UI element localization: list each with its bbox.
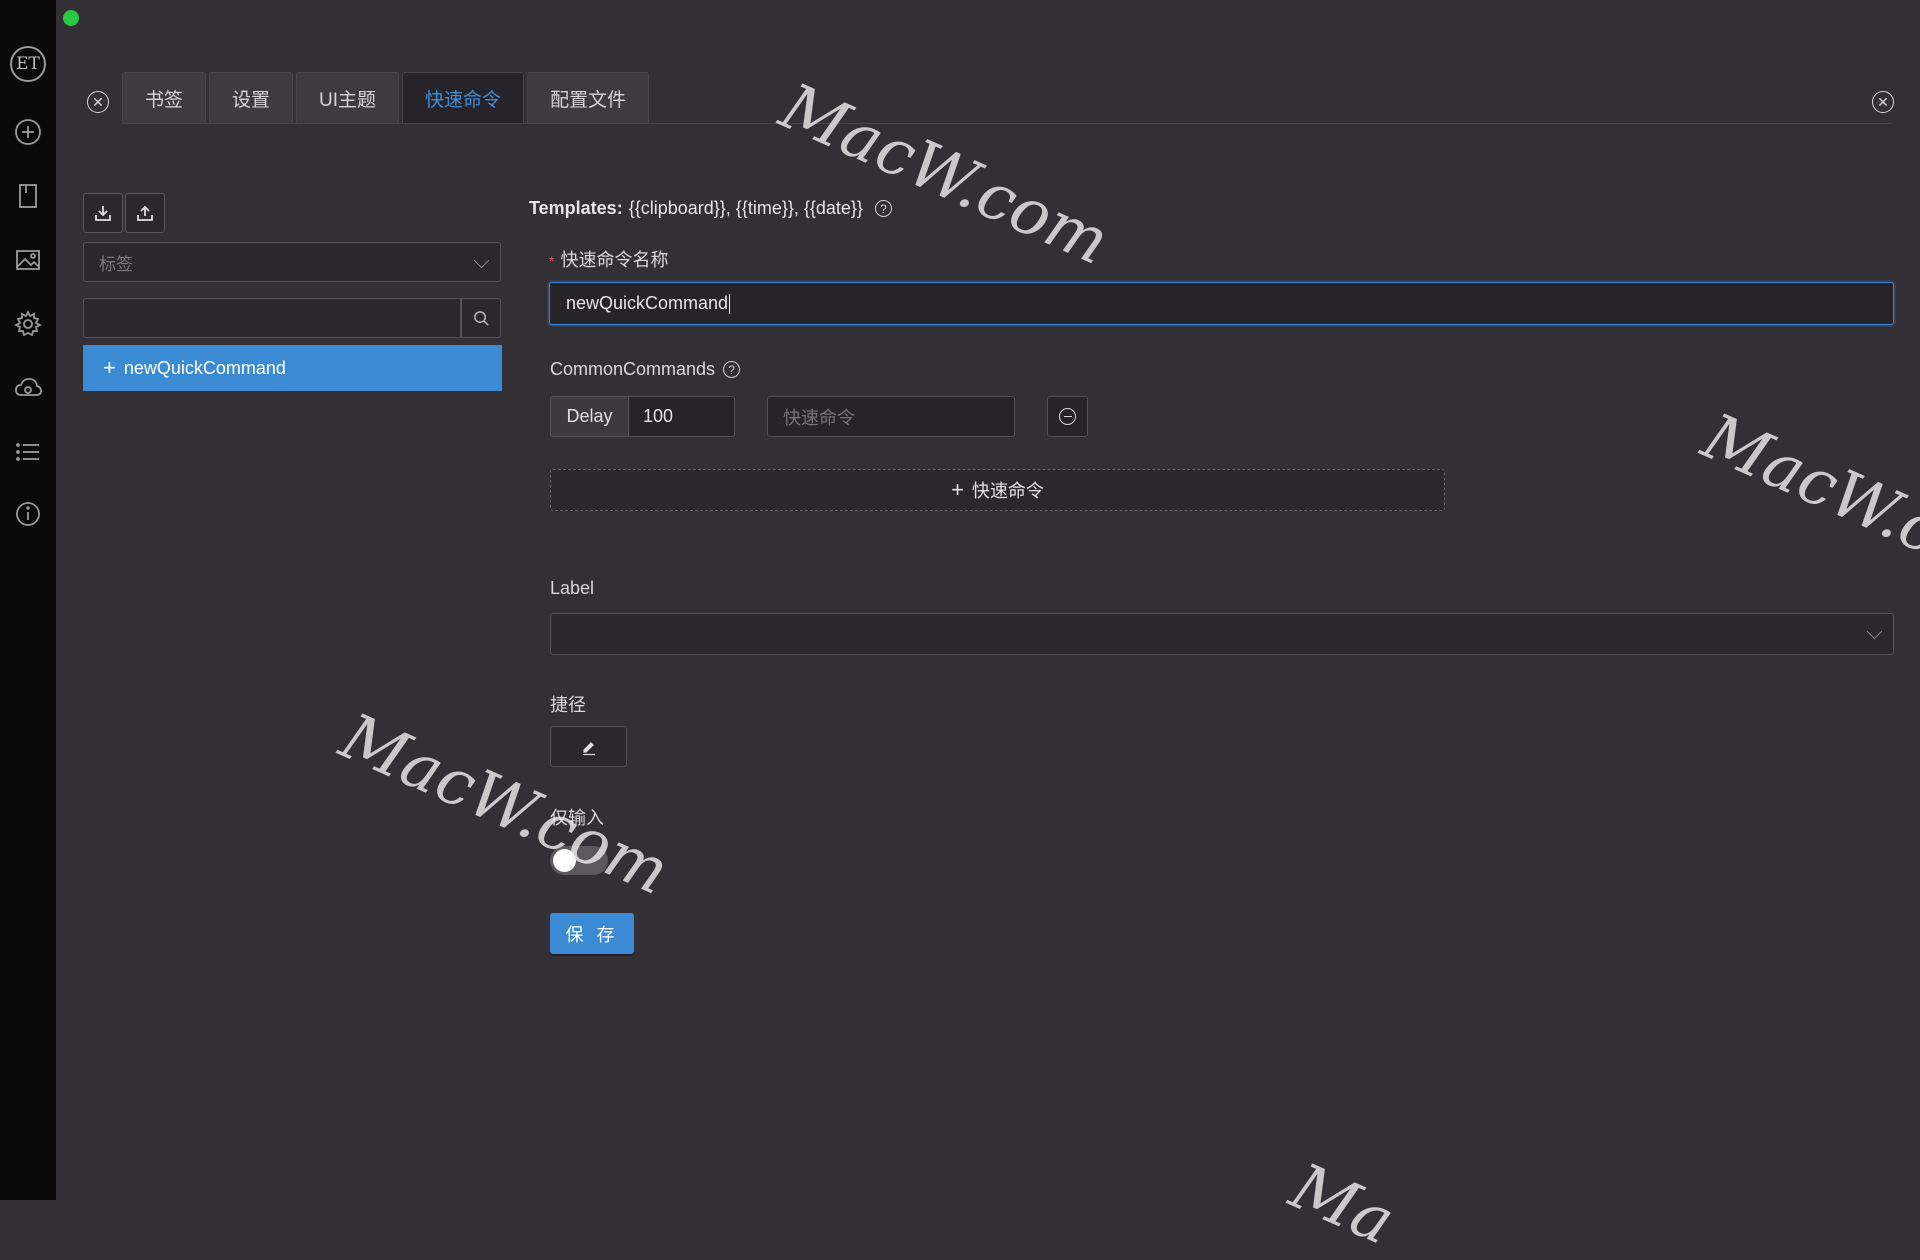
info-icon[interactable] (12, 498, 44, 530)
watermark: MacW.com (769, 70, 1120, 280)
watermark: Ma (1279, 1150, 1405, 1260)
bookmark-icon[interactable] (12, 180, 44, 212)
gear-icon[interactable] (12, 308, 44, 340)
common-commands-label: CommonCommands ? (550, 359, 741, 380)
plus-icon: + (103, 355, 116, 380)
label-field-label: Label (550, 578, 595, 598)
tab-bookmarks[interactable]: 书签 (122, 72, 207, 123)
watermark: MacW.com (1691, 400, 1920, 610)
command-input[interactable]: 快速命令 (767, 396, 1015, 437)
label-select[interactable] (550, 613, 1894, 655)
delay-addon: Delay (550, 396, 629, 437)
close-window-icon[interactable]: ✕ (1872, 91, 1894, 113)
maximize-window-button[interactable] (63, 10, 79, 26)
search-icon (473, 310, 489, 326)
required-marker: * (549, 253, 555, 269)
cloud-icon[interactable] (12, 372, 44, 404)
image-icon[interactable] (12, 244, 44, 276)
tab-bar: 书签 设置 UI主题 快速命令 配置文件 (122, 72, 652, 123)
app-logo[interactable]: ET (10, 46, 46, 82)
name-input[interactable]: newQuickCommand (549, 282, 1894, 325)
text-caret (729, 293, 731, 314)
tag-select[interactable]: 标签 (83, 242, 501, 282)
search-button[interactable] (461, 298, 501, 338)
plus-icon: + (951, 477, 964, 502)
close-panel-icon[interactable]: ✕ (87, 91, 109, 113)
list-item[interactable]: + newQuickCommand (83, 345, 502, 391)
tab-profiles[interactable]: 配置文件 (527, 72, 650, 123)
help-icon[interactable]: ? (874, 200, 892, 217)
help-icon[interactable]: ? (723, 361, 741, 378)
templates-hint: Templates: {{clipboard}}, {{time}}, {{da… (529, 198, 892, 219)
tab-settings[interactable]: 设置 (209, 72, 294, 123)
list-icon[interactable] (12, 436, 44, 468)
shortcut-label: 捷径 (550, 695, 586, 715)
input-only-toggle[interactable] (550, 846, 608, 875)
save-button[interactable]: 保 存 (550, 913, 634, 954)
add-command-button[interactable]: + 快速命令 (550, 469, 1445, 511)
tab-ui-theme[interactable]: UI主题 (296, 72, 400, 123)
import-button[interactable] (83, 193, 123, 233)
new-tab-icon[interactable] (12, 116, 44, 148)
chevron-down-icon (1866, 623, 1883, 640)
chevron-down-icon (473, 252, 490, 269)
toggle-knob (553, 849, 576, 872)
minus-circle-icon (1059, 408, 1076, 425)
search-input[interactable] (83, 298, 461, 338)
edit-shortcut-button[interactable] (550, 726, 627, 767)
tab-divider (122, 123, 1892, 124)
edit-icon (582, 741, 595, 755)
input-only-label: 仅输入 (550, 808, 604, 828)
upload-icon (137, 205, 153, 221)
sidebar: ET (0, 0, 56, 1200)
tab-quick-commands[interactable]: 快速命令 (402, 72, 525, 123)
export-button[interactable] (125, 193, 165, 233)
delay-input[interactable]: 100 (628, 396, 735, 437)
name-label: * 快速命令名称 (549, 250, 669, 270)
remove-command-button[interactable] (1047, 396, 1088, 437)
download-icon (95, 206, 111, 221)
